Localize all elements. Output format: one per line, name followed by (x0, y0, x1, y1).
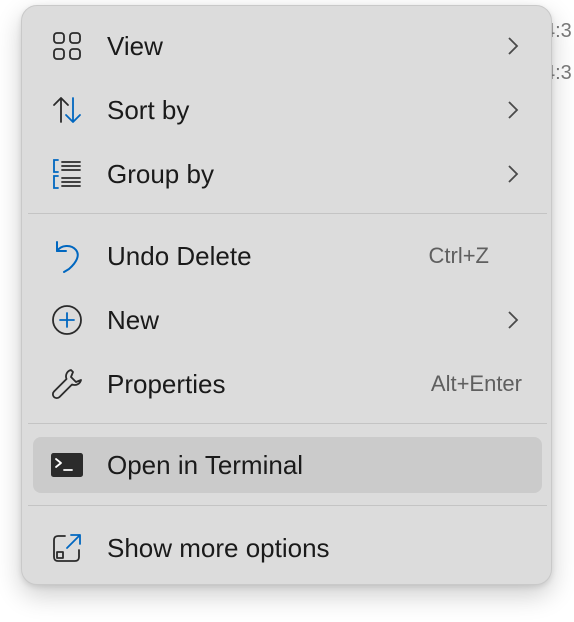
menu-item-view[interactable]: View (33, 18, 542, 74)
menu-item-label: Show more options (107, 533, 330, 563)
menu-separator (28, 423, 547, 424)
chevron-right-icon (506, 35, 520, 57)
terminal-icon (49, 447, 85, 483)
group-list-icon (49, 156, 85, 192)
menu-item-show-more-options[interactable]: Show more options (33, 520, 542, 576)
chevron-right-icon (506, 309, 520, 331)
shortcut-text: Ctrl+Z (428, 243, 490, 268)
menu-item-label: New (107, 305, 160, 335)
menu-item-label: Open in Terminal (107, 450, 304, 480)
view-grid-icon (49, 28, 85, 64)
menu-item-new[interactable]: New (33, 292, 542, 348)
chevron-right-icon (506, 99, 520, 121)
menu-item-label: Sort by (107, 95, 190, 125)
sort-arrows-icon (49, 92, 85, 128)
menu-item-properties[interactable]: Properties Alt+Enter (33, 356, 542, 412)
menu-item-label: Group by (107, 159, 214, 189)
menu-item-undo-delete[interactable]: Undo Delete Ctrl+Z (33, 228, 542, 284)
open-external-icon (49, 530, 85, 566)
shortcut-text: Alt+Enter (430, 371, 522, 396)
menu-item-label: Undo Delete (107, 241, 252, 271)
menu-item-sort-by[interactable]: Sort by (33, 82, 542, 138)
wrench-icon (49, 366, 85, 402)
menu-item-label: Properties (107, 369, 226, 399)
menu-separator (28, 213, 547, 214)
menu-item-open-in-terminal[interactable]: Open in Terminal (33, 437, 542, 493)
menu-item-label: View (107, 31, 163, 61)
menu-separator (28, 505, 547, 506)
add-circle-icon (49, 302, 85, 338)
menu-item-group-by[interactable]: Group by (33, 146, 542, 202)
context-menu: View Sort by Group by Undo Delete Ctrl+Z… (21, 5, 552, 585)
chevron-right-icon (506, 163, 520, 185)
undo-icon (49, 238, 85, 274)
